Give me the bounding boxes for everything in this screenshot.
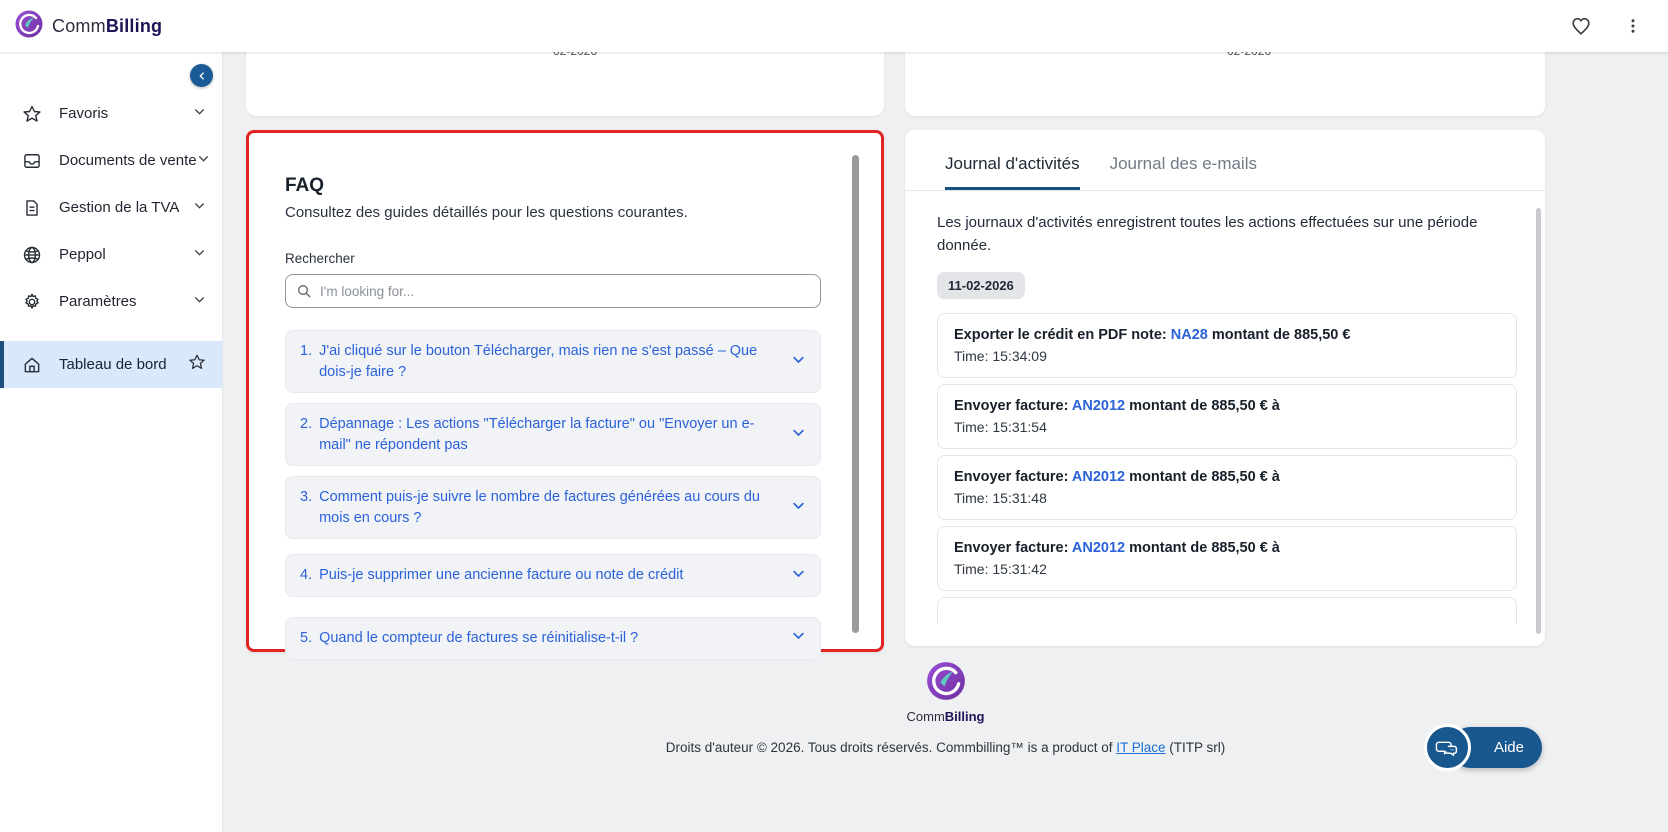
faq-item-number: 4.: [300, 565, 312, 586]
entry-time: Time: 15:31:42: [954, 561, 1500, 577]
journal-entry[interactable]: Envoyer facture: AN2012 montant de 885,5…: [937, 384, 1517, 449]
faq-item-question: Puis-je supprimer une ancienne facture o…: [319, 565, 683, 586]
entry-document-ref[interactable]: AN2012: [1072, 540, 1125, 556]
sidebar-collapse-button[interactable]: [190, 64, 213, 87]
journal-entry[interactable]: Envoyer facture: AN2012 montant de 885,5…: [937, 455, 1517, 520]
star-icon: [22, 104, 42, 124]
faq-scrollbar[interactable]: [852, 155, 859, 633]
footer-brand-name: CommBilling: [223, 709, 1668, 724]
journal-entry[interactable]: Exporter le crédit en PDF note: NA28 mon…: [937, 313, 1517, 378]
chevron-down-icon: [193, 199, 206, 217]
sidebar-item-documents-de-vente[interactable]: Documents de vente: [0, 137, 222, 184]
entry-document-ref[interactable]: AN2012: [1072, 398, 1125, 414]
journal-description: Les journaux d'activités enregistrent to…: [937, 211, 1507, 258]
chevron-down-icon[interactable]: [791, 628, 806, 648]
chevron-down-icon: [193, 105, 206, 123]
globe-icon: [22, 245, 42, 265]
entry-document-ref[interactable]: NA28: [1171, 327, 1208, 343]
faq-item-number: 2.: [300, 414, 312, 455]
favorite-heart-icon[interactable]: [1568, 13, 1594, 39]
faq-item-question: J'ai cliqué sur le bouton Télécharger, m…: [319, 341, 777, 382]
entry-action: Envoyer facture:: [954, 398, 1072, 414]
sidebar-item-label: Documents de vente: [59, 152, 197, 169]
faq-subtitle: Consultez des guides détaillés pour les …: [285, 204, 821, 221]
entry-time: Time: 15:31:54: [954, 419, 1500, 435]
chevron-down-icon: [193, 293, 206, 311]
help-button-label: Aide: [1494, 739, 1524, 756]
faq-title: FAQ: [285, 175, 821, 197]
entry-time: Time: 15:31:48: [954, 490, 1500, 506]
faq-item-question: Quand le compteur de factures se réiniti…: [319, 628, 638, 649]
kebab-menu-icon[interactable]: [1620, 13, 1646, 39]
sidebar-item-label: Gestion de la TVA: [59, 199, 193, 216]
journal-tabs: Journal d'activités Journal des e-mails: [905, 130, 1545, 191]
footer-logo-icon: [925, 660, 967, 707]
chevron-down-icon[interactable]: [791, 425, 806, 445]
chat-bubbles-icon: [1424, 724, 1471, 771]
faq-item-2[interactable]: 2.Dépannage : Les actions "Télécharger l…: [285, 403, 821, 466]
faq-card-highlighted: FAQ Consultez des guides détaillés pour …: [246, 130, 884, 652]
sidebar-item-label: Paramètres: [59, 293, 193, 310]
faq-item-question: Comment puis-je suivre le nombre de fact…: [319, 487, 777, 528]
inbox-icon: [22, 151, 42, 171]
faq-item-question: Dépannage : Les actions "Télécharger la …: [319, 414, 777, 455]
journal-entry-partial[interactable]: [937, 597, 1517, 624]
chevron-down-icon: [193, 246, 206, 264]
entry-amount: montant de 885,50 €: [1208, 327, 1351, 343]
faq-search-box[interactable]: [285, 274, 821, 308]
gear-icon: [22, 292, 42, 312]
entry-amount: montant de 885,50 € à: [1125, 398, 1280, 414]
chevron-down-icon: [197, 152, 210, 170]
date-badge: 11-02-2026: [937, 272, 1025, 299]
entry-document-ref[interactable]: AN2012: [1072, 469, 1125, 485]
document-icon: [22, 198, 42, 218]
home-icon: [22, 355, 42, 375]
faq-item-3[interactable]: 3.Comment puis-je suivre le nombre de fa…: [285, 476, 821, 539]
chevron-down-icon[interactable]: [791, 498, 806, 518]
entry-amount: montant de 885,50 € à: [1125, 540, 1280, 556]
sidebar-item-label: Favoris: [59, 105, 193, 122]
sidebar: Favoris Documents de vente Gestion de la: [0, 52, 223, 832]
chevron-down-icon[interactable]: [791, 352, 806, 372]
sidebar-item-peppol[interactable]: Peppol: [0, 231, 222, 278]
faq-item-number: 1.: [300, 341, 312, 382]
faq-item-4[interactable]: 4. Puis-je supprimer une ancienne facture…: [285, 554, 821, 597]
journal-entry[interactable]: Envoyer facture: AN2012 montant de 885,5…: [937, 526, 1517, 591]
commbilling-logo-icon: [14, 9, 44, 44]
faq-search-label: Rechercher: [285, 251, 821, 266]
entry-time: Time: 15:34:09: [954, 348, 1500, 364]
tab-journal-activites[interactable]: Journal d'activités: [945, 154, 1080, 190]
sidebar-item-favoris[interactable]: Favoris: [0, 90, 222, 137]
faq-item-number: 5.: [300, 628, 312, 649]
search-icon: [296, 283, 312, 299]
journal-scrollbar[interactable]: [1536, 208, 1541, 634]
sidebar-item-label: Peppol: [59, 246, 193, 263]
sidebar-item-parametres[interactable]: Paramètres: [0, 278, 222, 325]
faq-item-5[interactable]: 5. Quand le compteur de factures se réini…: [285, 617, 821, 660]
tab-journal-emails[interactable]: Journal des e-mails: [1110, 154, 1257, 190]
entry-amount: montant de 885,50 € à: [1125, 469, 1280, 485]
sidebar-item-gestion-tva[interactable]: Gestion de la TVA: [0, 184, 222, 231]
favorite-star-icon[interactable]: [188, 353, 206, 376]
app-window: 02-2026 02-2026 CommBilling: [0, 0, 1668, 832]
it-place-link[interactable]: IT Place: [1116, 740, 1165, 755]
faq-item-1[interactable]: 1.J'ai cliqué sur le bouton Télécharger,…: [285, 330, 821, 393]
help-button[interactable]: Aide: [1450, 727, 1542, 768]
entry-action: Exporter le crédit en PDF note:: [954, 327, 1171, 343]
journal-card: Journal d'activités Journal des e-mails …: [905, 130, 1545, 646]
chevron-down-icon[interactable]: [791, 566, 806, 586]
brand-name: CommBilling: [52, 16, 162, 37]
top-header: CommBilling: [0, 0, 1668, 52]
entry-action: Envoyer facture:: [954, 469, 1072, 485]
entry-action: Envoyer facture:: [954, 540, 1072, 556]
brand-logo[interactable]: CommBilling: [14, 9, 162, 44]
faq-item-number: 3.: [300, 487, 312, 528]
faq-search-input[interactable]: [320, 284, 810, 299]
sidebar-item-label: Tableau de bord: [59, 356, 188, 373]
sidebar-item-tableau-de-bord[interactable]: Tableau de bord: [0, 341, 222, 388]
